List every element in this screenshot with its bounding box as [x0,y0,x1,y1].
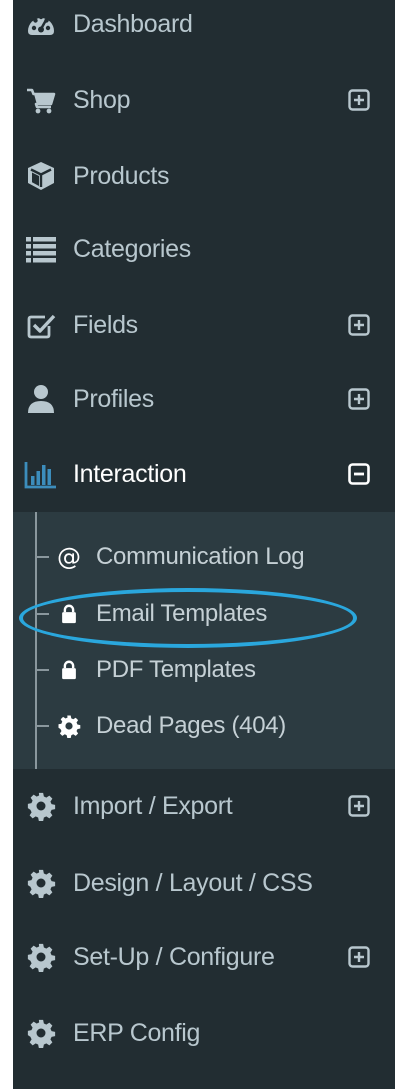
expand-icon[interactable] [346,944,372,970]
expand-icon[interactable] [346,312,372,338]
gear-icon [24,940,58,974]
sidebar-menu: Dashboard Shop Products Categories Field… [13,0,395,1089]
collapse-icon[interactable] [346,461,372,487]
submenu-item-label: Email Templates [96,600,268,627]
menu-item-label: Dashboard [73,9,193,38]
gear-icon [56,713,82,739]
tree-branch [35,669,49,671]
menu-item-label: Set-Up / Configure [73,942,275,971]
tree-branch [35,725,49,727]
menu-item-label: Products [73,161,170,190]
cube-icon [24,159,58,193]
interaction-submenu: @ Communication Log Email Templates PDF … [13,512,395,769]
bar-chart-icon [24,457,58,491]
check-square-icon [24,308,58,342]
submenu-item-dead-pages[interactable]: Dead Pages (404) [13,700,395,752]
submenu-item-label: PDF Templates [96,656,256,683]
dashboard-icon [24,7,58,41]
menu-item-label: Import / Export [73,791,233,820]
expand-icon[interactable] [346,793,372,819]
submenu-item-email-templates[interactable]: Email Templates [13,588,395,640]
shopping-cart-icon [24,83,58,117]
list-icon [24,232,58,266]
lock-icon [56,601,82,627]
menu-item-label: Interaction [73,459,187,488]
menu-item-label: Categories [73,234,191,263]
expand-icon[interactable] [346,386,372,412]
menu-item-erp-config[interactable]: ERP Config [13,995,395,1071]
tree-branch [35,556,49,558]
menu-item-products[interactable]: Products [13,138,395,214]
gear-icon [24,866,58,900]
menu-item-import-export[interactable]: Import / Export [13,768,395,844]
at-icon: @ [57,543,81,571]
submenu-item-communication-log[interactable]: @ Communication Log [13,531,395,583]
menu-item-categories[interactable]: Categories [13,211,395,287]
menu-item-profiles[interactable]: Profiles [13,361,395,437]
menu-item-label: Profiles [73,384,154,413]
tree-branch [35,613,49,615]
gear-icon [24,789,58,823]
lock-icon [56,657,82,683]
menu-item-design-layout-css[interactable]: Design / Layout / CSS [13,845,395,921]
menu-item-label: Fields [73,310,138,339]
submenu-item-pdf-templates[interactable]: PDF Templates [13,644,395,696]
menu-item-interaction[interactable]: Interaction [13,436,395,512]
menu-item-setup-configure[interactable]: Set-Up / Configure [13,919,395,995]
menu-item-label: Shop [73,85,131,114]
submenu-item-label: Dead Pages (404) [96,712,286,739]
menu-item-shop[interactable]: Shop [13,62,395,138]
menu-item-dashboard[interactable]: Dashboard [13,0,395,62]
menu-item-label: ERP Config [73,1018,201,1047]
menu-item-label: Design / Layout / CSS [73,868,313,897]
user-icon [24,382,58,416]
expand-icon[interactable] [346,87,372,113]
submenu-item-label: Communication Log [96,543,305,570]
menu-item-fields[interactable]: Fields [13,287,395,363]
gear-icon [24,1016,58,1050]
